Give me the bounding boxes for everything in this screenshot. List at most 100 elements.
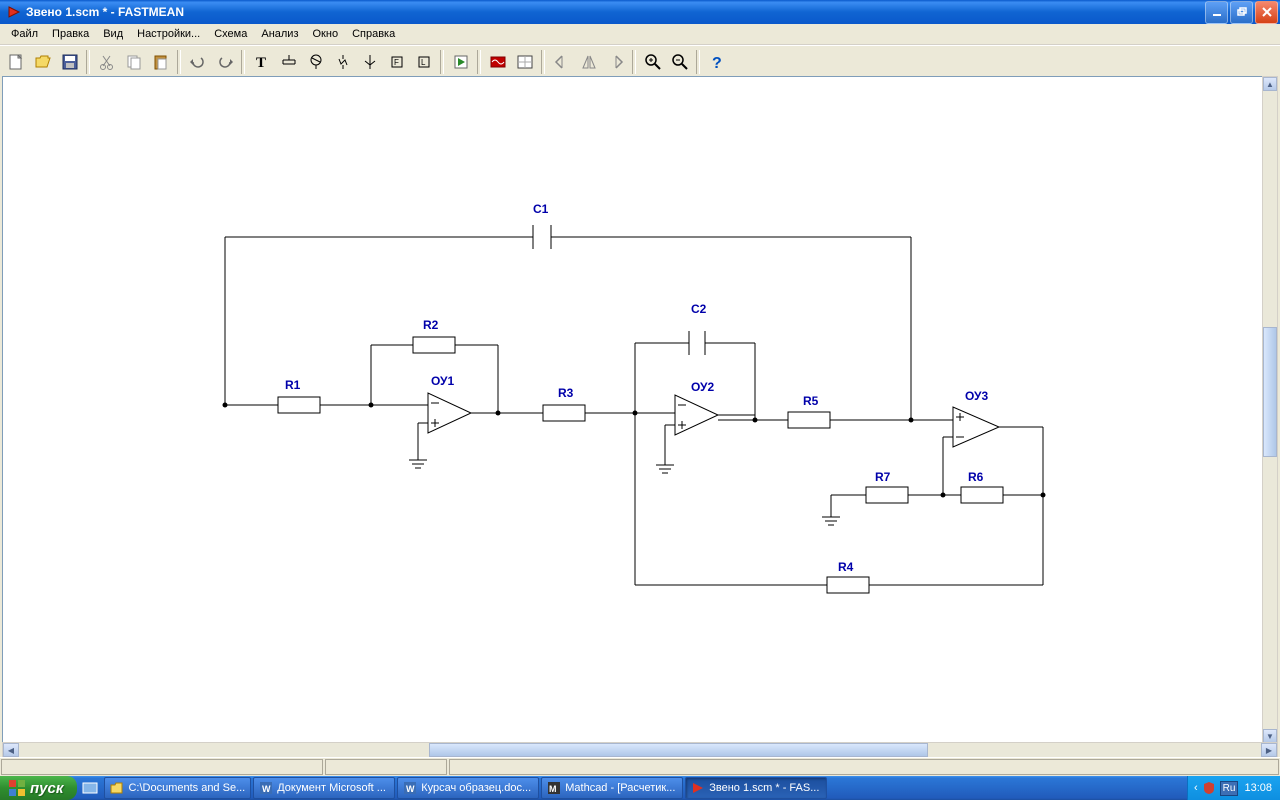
cut-icon [98,53,116,71]
task-label: Документ Microsoft ... [277,782,386,794]
svg-text:?: ? [712,55,722,71]
schematic-canvas[interactable]: C1 C2 R1 R2 R3 R4 R5 R6 R7 ОУ1 ОУ2 ОУ3 [2,76,1264,744]
hscroll-thumb[interactable] [429,743,928,757]
rotate-left-button[interactable] [548,49,575,76]
status-cell-2 [325,759,447,775]
osc-icon [489,53,507,71]
rotate-right-button[interactable] [602,49,629,76]
tray-icon-1[interactable]: ‹ [1194,782,1198,794]
fcomp-tool-button[interactable]: F [383,49,410,76]
language-indicator[interactable]: Ru [1220,781,1239,796]
menu-view[interactable]: Вид [96,26,130,42]
close-button[interactable] [1255,1,1278,24]
rotate-right-icon [607,53,625,71]
label-r1[interactable]: R1 [285,378,301,392]
text-icon: T [253,53,271,71]
start-button[interactable]: пуск [0,776,77,800]
word-icon: W [403,781,417,795]
task-label: C:\Documents and Se... [128,782,245,794]
label-c1[interactable]: C1 [533,202,549,216]
label-r2[interactable]: R2 [423,318,439,332]
text-tool-button[interactable]: T [248,49,275,76]
scroll-left-arrow[interactable]: ◀ [3,743,19,757]
mirror-button[interactable] [575,49,602,76]
redo-button[interactable] [211,49,238,76]
quick-launch-desktop[interactable] [82,780,98,796]
label-r7[interactable]: R7 [875,470,891,484]
label-oy1[interactable]: ОУ1 [431,374,455,388]
menu-edit[interactable]: Правка [45,26,96,42]
new-file-button[interactable] [2,49,29,76]
osc-button[interactable] [484,49,511,76]
copy-button[interactable] [120,49,147,76]
open-folder-icon [34,53,52,71]
task-word2[interactable]: WКурсач образец.doc... [397,777,539,799]
run-button[interactable] [447,49,474,76]
diode-tool-button[interactable] [356,49,383,76]
paste-button[interactable] [147,49,174,76]
mathcad-icon: M [547,781,561,795]
menu-window[interactable]: Окно [306,26,346,42]
redo-icon [216,53,234,71]
save-disk-icon [61,53,79,71]
vscroll-thumb[interactable] [1263,327,1277,457]
zoom-out-button[interactable] [666,49,693,76]
ground-tool-button[interactable] [275,49,302,76]
hscroll-track[interactable] [19,743,1261,757]
scroll-up-arrow[interactable]: ▲ [1263,77,1277,91]
menu-help[interactable]: Справка [345,26,402,42]
label-r4[interactable]: R4 [838,560,854,574]
paste-icon [152,53,170,71]
undo-button[interactable] [184,49,211,76]
system-tray: ‹ Ru 13:08 [1187,776,1280,800]
fastmean-icon [691,781,705,795]
title-bar: Звено 1.scm * - FASTMEAN [0,0,1280,24]
restore-button[interactable] [1230,1,1253,24]
label-c2[interactable]: C2 [691,302,707,316]
undo-icon [189,53,207,71]
zoom-in-button[interactable] [639,49,666,76]
ground-icon [280,53,298,71]
fcomp-icon: F [388,53,406,71]
status-bar [0,757,1280,776]
resistor-tool-button[interactable] [302,49,329,76]
lcomp-tool-button[interactable]: L [410,49,437,76]
task-explorer[interactable]: C:\Documents and Se... [104,777,251,799]
svg-text:W: W [406,784,415,794]
menu-analysis[interactable]: Анализ [254,26,305,42]
label-r5[interactable]: R5 [803,394,819,408]
label-r3[interactable]: R3 [558,386,574,400]
start-label: пуск [30,780,63,797]
menu-file[interactable]: Файл [4,26,45,42]
windows-logo-icon [8,779,26,797]
task-mathcad[interactable]: M Mathcad - [Расчетик... [541,777,683,799]
copy-icon [125,53,143,71]
rotate-left-icon [553,53,571,71]
canvas-area: C1 C2 R1 R2 R3 R4 R5 R6 R7 ОУ1 ОУ2 ОУ3 ▲… [0,76,1280,758]
cut-button[interactable] [93,49,120,76]
clock[interactable]: 13:08 [1242,782,1274,794]
label-r6[interactable]: R6 [968,470,984,484]
open-file-button[interactable] [29,49,56,76]
task-fastmean[interactable]: Звено 1.scm * - FAS... [685,777,827,799]
menu-settings[interactable]: Настройки... [130,26,207,42]
save-file-button[interactable] [56,49,83,76]
task-label: Звено 1.scm * - FAS... [709,782,819,794]
vscroll-track[interactable] [1263,91,1277,729]
task-label: Mathcad - [Расчетик... [565,782,675,794]
plot-button[interactable] [511,49,538,76]
source-tool-button[interactable] [329,49,356,76]
scroll-right-arrow[interactable]: ▶ [1261,743,1277,757]
horizontal-scrollbar[interactable]: ◀ ▶ [2,742,1278,758]
tray-shield-icon[interactable] [1202,781,1216,795]
minimize-button[interactable] [1205,1,1228,24]
label-oy2[interactable]: ОУ2 [691,380,715,394]
task-word1[interactable]: WДокумент Microsoft ... [253,777,395,799]
schematic-svg: C1 C2 R1 R2 R3 R4 R5 R6 R7 ОУ1 ОУ2 ОУ3 [3,77,1263,743]
vertical-scrollbar[interactable]: ▲ ▼ [1262,76,1278,744]
scroll-down-arrow[interactable]: ▼ [1263,729,1277,743]
menu-scheme[interactable]: Схема [207,26,254,42]
help-button[interactable]: ? [703,49,730,76]
label-oy3[interactable]: ОУ3 [965,389,989,403]
source-icon [334,53,352,71]
